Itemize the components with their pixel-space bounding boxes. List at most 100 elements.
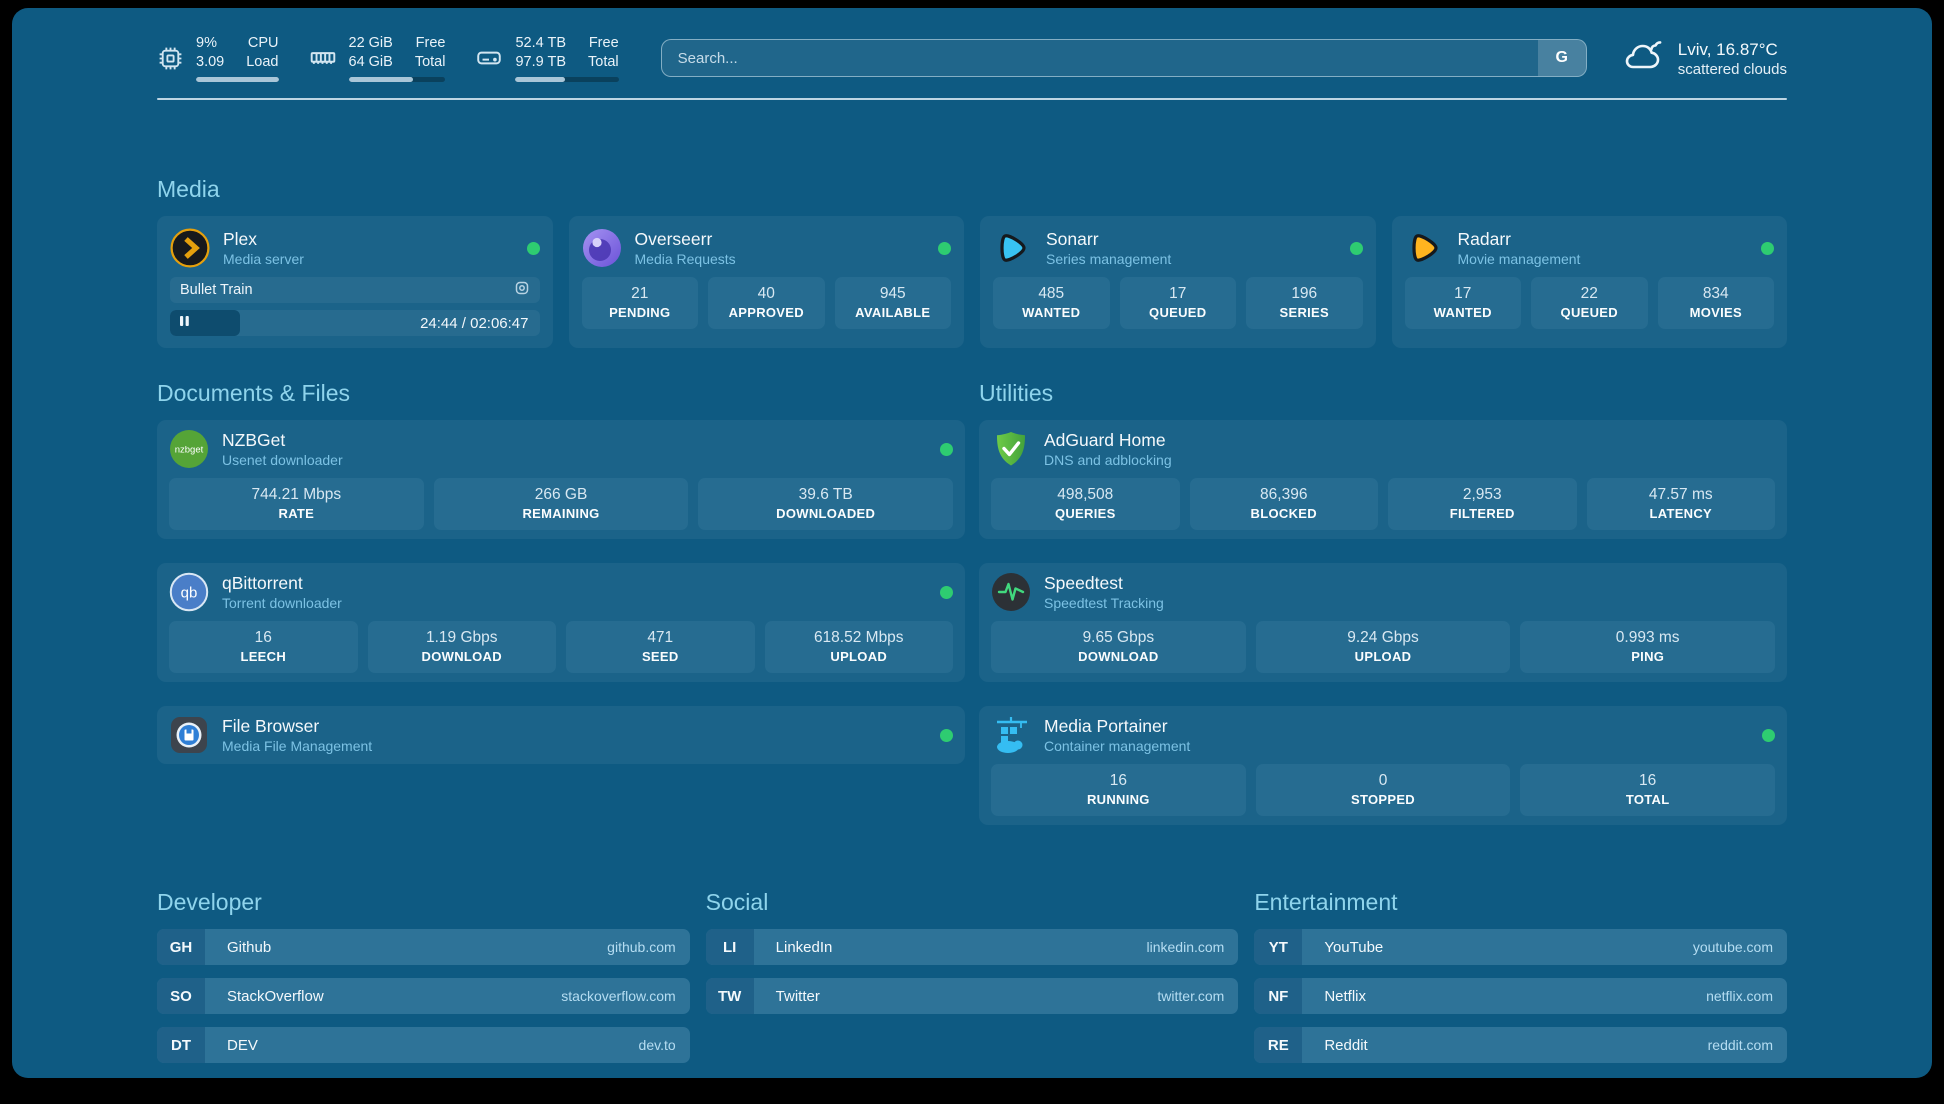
- stat-queued: 22 QUEUED: [1531, 277, 1648, 329]
- service-subtitle: Media Requests: [635, 250, 736, 268]
- link-abbr: NF: [1254, 978, 1302, 1014]
- ram-progress-bar: [349, 77, 446, 82]
- search-bar: G: [661, 39, 1587, 77]
- link-url: netflix.com: [1706, 988, 1787, 1004]
- status-dot: [1761, 242, 1774, 255]
- stat-available: 945 AVAILABLE: [835, 277, 952, 329]
- card-portainer: Media Portainer Container management 16 …: [979, 706, 1787, 825]
- section-heading-media: Media: [157, 176, 1787, 203]
- playback-progress-bar: 24:44 / 02:06:47: [170, 310, 540, 336]
- overseerr-service-link[interactable]: Overseerr Media Requests: [582, 228, 952, 268]
- service-title: AdGuard Home: [1044, 429, 1172, 451]
- service-title: qBittorrent: [222, 572, 342, 594]
- stat-movies: 834 MOVIES: [1658, 277, 1775, 329]
- service-subtitle: Speedtest Tracking: [1044, 594, 1164, 612]
- stat-approved: 40 APPROVED: [708, 277, 825, 329]
- card-adguard: AdGuard Home DNS and adblocking 498,508 …: [979, 420, 1787, 539]
- link-youtube[interactable]: YT YouTube youtube.com: [1254, 929, 1787, 965]
- portainer-icon: [991, 715, 1031, 755]
- link-name: LinkedIn: [754, 939, 1147, 956]
- weather-location-temp: Lviv, 16.87°C: [1678, 39, 1787, 61]
- status-dot: [940, 586, 953, 599]
- radarr-service-link[interactable]: Radarr Movie management: [1405, 228, 1775, 268]
- card-overseerr: Overseerr Media Requests 21 PENDING 40 A…: [569, 216, 965, 348]
- service-title: NZBGet: [222, 429, 343, 451]
- stat-queued: 17 QUEUED: [1120, 277, 1237, 329]
- nzbget-service-link[interactable]: nzbget NZBGet Usenet downloader: [169, 429, 953, 469]
- link-abbr: GH: [157, 929, 205, 965]
- now-playing-row: Bullet Train: [170, 277, 540, 303]
- dashboard-panel: 9% 3.09 CPU Load: [12, 8, 1932, 1078]
- memory-stat-widget: 22 GiB 64 GiB Free Total: [309, 34, 446, 82]
- qbittorrent-icon: qb: [169, 572, 209, 612]
- disk-stat-widget: 52.4 TB 97.9 TB Free Total: [475, 34, 618, 82]
- link-stackoverflow[interactable]: SO StackOverflow stackoverflow.com: [157, 978, 690, 1014]
- link-github[interactable]: GH Github github.com: [157, 929, 690, 965]
- cpu-load-value: 3.09: [196, 53, 224, 72]
- stat-series: 196 SERIES: [1246, 277, 1363, 329]
- link-url: stackoverflow.com: [561, 988, 689, 1004]
- link-linkedin[interactable]: LI LinkedIn linkedin.com: [706, 929, 1239, 965]
- weather-condition: scattered clouds: [1678, 61, 1787, 78]
- cpu-stat-widget: 9% 3.09 CPU Load: [157, 34, 279, 82]
- link-abbr: RE: [1254, 1027, 1302, 1063]
- stat-running: 16 RUNNING: [991, 764, 1246, 816]
- header-divider: [157, 98, 1787, 100]
- playback-time: 24:44 / 02:06:47: [420, 310, 528, 336]
- link-url: github.com: [607, 939, 689, 955]
- speedtest-service-link[interactable]: Speedtest Speedtest Tracking: [991, 572, 1775, 612]
- overseerr-icon: [582, 228, 622, 268]
- service-title: Sonarr: [1046, 228, 1171, 250]
- stat-total: 16 TOTAL: [1520, 764, 1775, 816]
- stat-ping: 0.993 ms PING: [1520, 621, 1775, 673]
- cpu-icon: [157, 45, 184, 72]
- sonarr-service-link[interactable]: Sonarr Series management: [993, 228, 1363, 268]
- cpu-progress-bar: [196, 77, 279, 82]
- disk-free-label: Free: [588, 34, 619, 53]
- link-netflix[interactable]: NF Netflix netflix.com: [1254, 978, 1787, 1014]
- disk-total-label: Total: [588, 53, 619, 72]
- ram-icon: [309, 44, 337, 72]
- link-name: Reddit: [1302, 1037, 1707, 1054]
- stat-remaining: 266 GB REMAINING: [434, 478, 689, 530]
- link-twitter[interactable]: TW Twitter twitter.com: [706, 978, 1239, 1014]
- link-name: Netflix: [1302, 988, 1706, 1005]
- plex-icon: [170, 228, 210, 268]
- search-input[interactable]: [662, 40, 1538, 76]
- stat-downloaded: 39.6 TB DOWNLOADED: [698, 478, 953, 530]
- svg-text:nzbget: nzbget: [175, 445, 204, 456]
- adguard-service-link[interactable]: AdGuard Home DNS and adblocking: [991, 429, 1775, 469]
- link-abbr: TW: [706, 978, 754, 1014]
- sonarr-icon: [993, 228, 1033, 268]
- search-provider-button[interactable]: G: [1538, 40, 1586, 76]
- ram-total-label: Total: [415, 53, 446, 72]
- status-dot: [527, 242, 540, 255]
- link-name: YouTube: [1302, 939, 1693, 956]
- stat-pending: 21 PENDING: [582, 277, 699, 329]
- stat-wanted: 17 WANTED: [1405, 277, 1522, 329]
- plex-service-link[interactable]: Plex Media server: [170, 228, 540, 268]
- service-subtitle: Media server: [223, 250, 304, 268]
- service-title: Media Portainer: [1044, 715, 1190, 737]
- now-playing-video-icon: [514, 280, 530, 301]
- link-url: linkedin.com: [1147, 939, 1239, 955]
- link-dev[interactable]: DT DEV dev.to: [157, 1027, 690, 1063]
- link-reddit[interactable]: RE Reddit reddit.com: [1254, 1027, 1787, 1063]
- weather-widget: Lviv, 16.87°C scattered clouds: [1621, 36, 1787, 81]
- link-abbr: YT: [1254, 929, 1302, 965]
- stat-download: 9.65 Gbps DOWNLOAD: [991, 621, 1246, 673]
- portainer-service-link[interactable]: Media Portainer Container management: [991, 715, 1775, 755]
- link-url: dev.to: [639, 1037, 690, 1053]
- stat-stopped: 0 STOPPED: [1256, 764, 1511, 816]
- filebrowser-service-link[interactable]: File Browser Media File Management: [169, 715, 953, 755]
- card-qbittorrent: qb qBittorrent Torrent downloader 16 LEE…: [157, 563, 965, 682]
- card-nzbget: nzbget NZBGet Usenet downloader 744.21 M…: [157, 420, 965, 539]
- section-heading-developer: Developer: [157, 889, 690, 916]
- link-url: youtube.com: [1693, 939, 1787, 955]
- qbittorrent-service-link[interactable]: qb qBittorrent Torrent downloader: [169, 572, 953, 612]
- service-title: Radarr: [1458, 228, 1581, 250]
- service-subtitle: Torrent downloader: [222, 594, 342, 612]
- card-filebrowser: File Browser Media File Management: [157, 706, 965, 764]
- ram-total-value: 64 GiB: [349, 53, 393, 72]
- section-heading-documents: Documents & Files: [157, 380, 965, 407]
